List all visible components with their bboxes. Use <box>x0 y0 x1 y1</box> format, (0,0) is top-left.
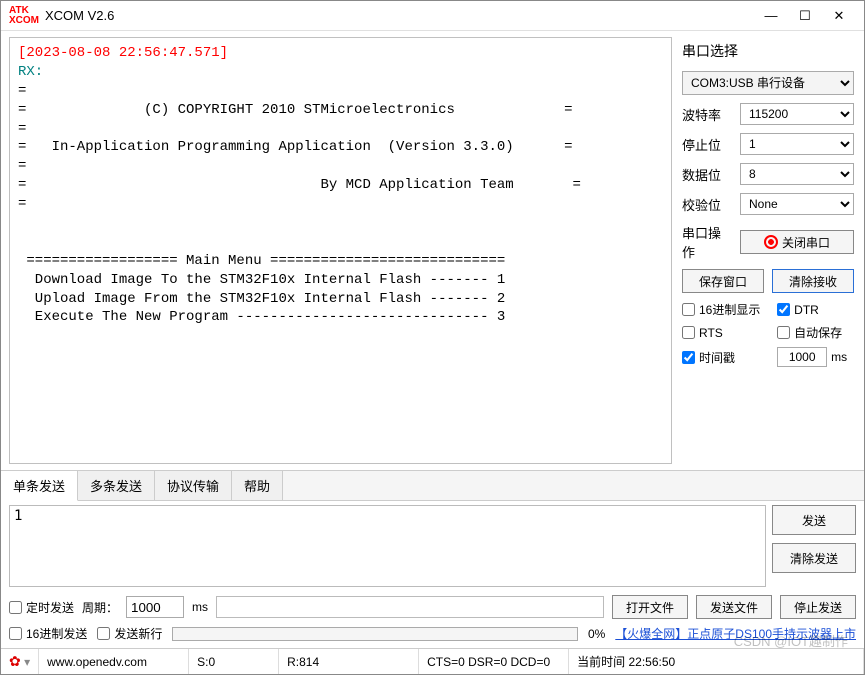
send-panel: 发送 清除发送 <box>1 501 864 591</box>
stop-send-button[interactable]: 停止发送 <box>780 595 856 619</box>
chevron-down-icon: ▾ <box>24 655 30 669</box>
file-path-field[interactable] <box>216 596 604 618</box>
tab-multi-send[interactable]: 多条发送 <box>78 471 155 500</box>
timestamp-interval-input[interactable] <box>777 347 827 367</box>
tab-help[interactable]: 帮助 <box>232 471 283 500</box>
status-recv: R:814 <box>279 649 419 674</box>
open-file-button[interactable]: 打开文件 <box>612 595 688 619</box>
status-gear[interactable]: ✿ ▾ <box>1 649 39 674</box>
autosave-checkbox[interactable]: 自动保存 <box>777 324 854 341</box>
timestamp-checkbox[interactable]: 时间戳 <box>682 349 767 366</box>
status-time: 22:56:50 <box>628 655 675 669</box>
lower-controls-1: 定时发送 周期： ms 打开文件 发送文件 停止发送 <box>1 591 864 623</box>
period-input[interactable] <box>126 596 184 618</box>
parity-label: 校验位 <box>682 195 732 214</box>
data-label: 数据位 <box>682 165 732 184</box>
status-time-label: 当前时间 <box>577 653 625 670</box>
status-lines: CTS=0 DSR=0 DCD=0 <box>419 649 569 674</box>
send-newline-checkbox[interactable]: 发送新行 <box>97 625 162 642</box>
rx-label: RX: <box>18 64 43 80</box>
window-title: XCOM V2.6 <box>45 8 754 23</box>
maximize-button[interactable]: ☐ <box>788 5 822 27</box>
baud-select[interactable]: 115200 <box>740 103 854 125</box>
op-label: 串口操作 <box>682 223 732 261</box>
status-sent: S:0 <box>189 649 279 674</box>
serial-section-title: 串口选择 <box>682 41 854 61</box>
data-select[interactable]: 8 <box>740 163 854 185</box>
promo-link[interactable]: 【火爆全网】正点原子DS100手持示波器上市 <box>615 625 856 642</box>
period-unit: ms <box>192 600 208 614</box>
rx-timestamp: [2023-08-08 22:56:47.571] <box>18 45 228 61</box>
hex-display-checkbox[interactable]: 16进制显示 <box>682 301 767 318</box>
stop-label: 停止位 <box>682 135 732 154</box>
toggle-port-button[interactable]: 关闭串口 <box>740 230 854 254</box>
lower-controls-2: 16进制发送 发送新行 0% 【火爆全网】正点原子DS100手持示波器上市 <box>1 623 864 648</box>
tab-single-send[interactable]: 单条发送 <box>1 471 78 501</box>
status-url[interactable]: www.openedv.com <box>39 649 189 674</box>
close-button[interactable]: ✕ <box>822 5 856 27</box>
baud-label: 波特率 <box>682 105 732 124</box>
progress-bar <box>172 627 578 641</box>
receive-log[interactable]: [2023-08-08 22:56:47.571] RX: = = (C) CO… <box>9 37 672 464</box>
app-window: ATKXCOM XCOM V2.6 — ☐ ✕ [2023-08-08 22:5… <box>0 0 865 675</box>
clear-receive-button[interactable]: 清除接收 <box>772 269 854 293</box>
dtr-checkbox[interactable]: DTR <box>777 303 854 317</box>
rts-checkbox[interactable]: RTS <box>682 326 767 340</box>
clear-send-button[interactable]: 清除发送 <box>772 543 856 573</box>
save-window-button[interactable]: 保存窗口 <box>682 269 764 293</box>
send-file-button[interactable]: 发送文件 <box>696 595 772 619</box>
left-pane: [2023-08-08 22:56:47.571] RX: = = (C) CO… <box>1 31 676 468</box>
parity-select[interactable]: None <box>740 193 854 215</box>
hex-send-checkbox[interactable]: 16进制发送 <box>9 625 87 642</box>
right-pane: 串口选择 COM3:USB 串行设备 波特率 115200 停止位 1 数据位 … <box>676 31 864 468</box>
tab-protocol[interactable]: 协议传输 <box>155 471 232 500</box>
titlebar: ATKXCOM XCOM V2.6 — ☐ ✕ <box>1 1 864 31</box>
stop-select[interactable]: 1 <box>740 133 854 155</box>
minimize-button[interactable]: — <box>754 5 788 27</box>
timed-send-checkbox[interactable]: 定时发送 <box>9 599 74 616</box>
send-button[interactable]: 发送 <box>772 505 856 535</box>
main-body: [2023-08-08 22:56:47.571] RX: = = (C) CO… <box>1 31 864 468</box>
rx-content: = = (C) COPYRIGHT 2010 STMicroelectronic… <box>18 83 581 326</box>
port-select[interactable]: COM3:USB 串行设备 <box>682 71 854 95</box>
period-label: 周期： <box>82 599 118 616</box>
statusbar: ✿ ▾ www.openedv.com S:0 R:814 CTS=0 DSR=… <box>1 648 864 674</box>
gear-icon: ✿ <box>9 653 21 670</box>
progress-pct: 0% <box>588 627 605 641</box>
send-tabs: 单条发送 多条发送 协议传输 帮助 <box>1 470 864 501</box>
timestamp-unit: ms <box>831 350 847 364</box>
app-logo: ATKXCOM <box>9 6 39 26</box>
send-textarea[interactable] <box>9 505 766 587</box>
